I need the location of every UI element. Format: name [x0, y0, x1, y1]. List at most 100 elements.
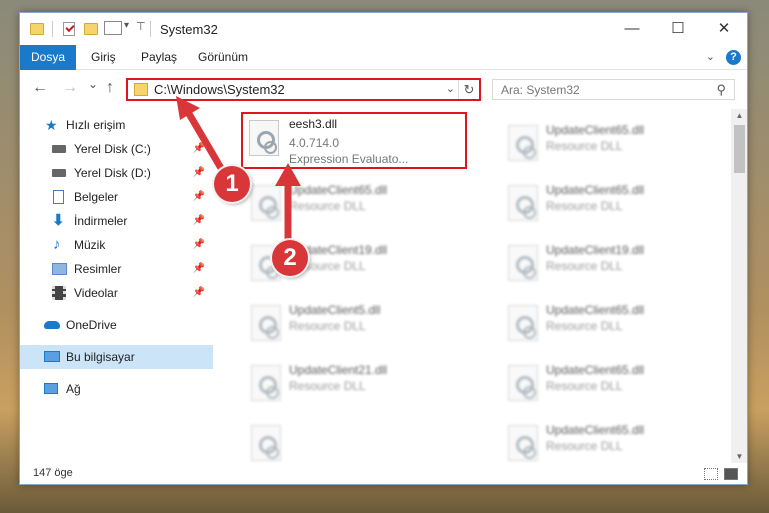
tab-share[interactable]: Paylaş: [141, 45, 177, 70]
dll-file-icon: [251, 425, 281, 461]
title-bar: ▾ ⊤ System32 — ☐ ✕: [20, 13, 747, 45]
file-name: UpdateClient21.dll: [289, 363, 388, 377]
step-badge-1: 1: [214, 166, 250, 202]
status-bar: 147 öge: [20, 463, 747, 484]
sidebar-item-music[interactable]: ♪ Müzik 📌: [20, 233, 213, 257]
drive-icon: [52, 145, 66, 153]
search-box[interactable]: Ara: System32 ⚲: [492, 79, 735, 100]
divider: [150, 21, 151, 37]
file-list: eesh3.dll 4.0.714.0 Expression Evaluato.…: [235, 109, 730, 463]
dll-file-icon: [251, 365, 281, 401]
quick-access-toolbar-icon[interactable]: [104, 21, 122, 35]
step-badge-2: 2: [272, 240, 308, 276]
sidebar-item-network[interactable]: Ağ: [20, 377, 213, 401]
forward-arrow-icon[interactable]: →: [62, 79, 78, 97]
tab-view[interactable]: Görünüm: [198, 45, 248, 70]
file-item-eesh3[interactable]: eesh3.dll 4.0.714.0 Expression Evaluato.…: [241, 112, 467, 169]
item-count: 147 öge: [33, 467, 73, 479]
properties-icon[interactable]: [63, 22, 75, 36]
folder-icon: [30, 23, 44, 35]
sidebar-item-label: Videolar: [74, 286, 118, 300]
navigation-bar: ← → ⌄ ↑ C:\Windows\System32 ⌄ ↻ Ara: Sys…: [20, 71, 747, 105]
file-item[interactable]: UpdateClient65.dll Resource DLL: [500, 417, 720, 463]
file-item[interactable]: UpdateClient65.dll Resource DLL: [243, 177, 463, 229]
drive-icon: [52, 169, 66, 177]
chevron-down-icon[interactable]: ⌄: [446, 82, 455, 95]
sidebar-item-downloads[interactable]: ⬇ İndirmeler 📌: [20, 209, 213, 233]
address-path[interactable]: C:\Windows\System32: [154, 82, 285, 97]
pin-icon[interactable]: 📌: [193, 185, 205, 209]
file-item[interactable]: [243, 417, 463, 463]
sidebar-item-quick-access[interactable]: ★ Hızlı erişim: [20, 113, 213, 137]
scroll-up-icon[interactable]: ▲: [731, 111, 747, 120]
large-icons-view-icon[interactable]: [724, 468, 738, 480]
details-view-icon[interactable]: [704, 468, 718, 480]
vertical-scrollbar[interactable]: ▲ ▼: [731, 109, 747, 463]
dll-file-icon: [251, 305, 281, 341]
sidebar-item-videos[interactable]: Videolar 📌: [20, 281, 213, 305]
close-button[interactable]: ✕: [701, 13, 747, 43]
file-description: Expression Evaluato...: [289, 152, 409, 166]
divider: [52, 21, 53, 37]
explorer-window: ▾ ⊤ System32 — ☐ ✕ Dosya Giriş Paylaş Gö…: [19, 12, 748, 485]
pin-icon[interactable]: 📌: [193, 137, 205, 161]
file-item[interactable]: UpdateClient65.dll Resource DLL: [500, 177, 720, 229]
file-item[interactable]: UpdateClient19.dll Resource DLL: [500, 237, 720, 289]
file-name: UpdateClient65.dll: [546, 363, 645, 377]
tab-file[interactable]: Dosya: [20, 45, 76, 70]
pin-icon[interactable]: 📌: [193, 281, 205, 305]
dll-file-icon: [508, 245, 538, 281]
minimize-button[interactable]: —: [609, 13, 655, 43]
help-icon[interactable]: ?: [726, 50, 741, 65]
sidebar-item-label: Yerel Disk (D:): [74, 166, 151, 180]
sidebar-item-documents[interactable]: Belgeler 📌: [20, 185, 213, 209]
star-icon: ★: [45, 117, 58, 133]
tab-home[interactable]: Giriş: [91, 45, 116, 70]
chevron-down-icon[interactable]: ⌄: [706, 50, 715, 63]
qa-dropdown-icon[interactable]: ▾: [124, 20, 129, 36]
file-name: UpdateClient65.dll: [289, 183, 388, 197]
search-input[interactable]: Ara: System32: [501, 83, 580, 97]
file-description: Resource DLL: [289, 379, 366, 393]
sidebar-item-label: İndirmeler: [74, 214, 128, 228]
file-item[interactable]: UpdateClient65.dll Resource DLL: [500, 117, 720, 169]
file-item[interactable]: UpdateClient5.dll Resource DLL: [243, 297, 463, 349]
sidebar-item-label: Müzik: [74, 238, 106, 252]
scroll-down-icon[interactable]: ▼: [731, 452, 747, 461]
pin-icon[interactable]: 📌: [193, 257, 205, 281]
navigation-pane: ★ Hızlı erişim Yerel Disk (C:) 📌 Yerel D…: [20, 113, 215, 463]
address-bar[interactable]: C:\Windows\System32 ⌄ ↻: [126, 78, 481, 101]
search-icon[interactable]: ⚲: [716, 82, 726, 98]
dll-file-icon: [251, 185, 281, 221]
sidebar-item-label: OneDrive: [66, 318, 117, 332]
pin-icon[interactable]: 📌: [193, 161, 205, 185]
dll-file-icon: [508, 305, 538, 341]
refresh-icon[interactable]: ↻: [458, 80, 479, 99]
sidebar-item-local-disk-c[interactable]: Yerel Disk (C:) 📌: [20, 137, 213, 161]
recent-locations-icon[interactable]: ⌄: [88, 77, 98, 91]
pin-icon[interactable]: 📌: [193, 209, 205, 233]
dll-file-icon: [508, 185, 538, 221]
sidebar-item-pictures[interactable]: Resimler 📌: [20, 257, 213, 281]
scrollbar-thumb[interactable]: [734, 125, 745, 173]
window-title: System32: [160, 22, 218, 37]
file-name: eesh3.dll: [289, 117, 338, 131]
up-arrow-icon[interactable]: ↑: [106, 79, 114, 97]
back-arrow-icon[interactable]: ←: [32, 79, 48, 97]
sidebar-item-label: Hızlı erişim: [66, 118, 126, 132]
dll-file-icon: [508, 125, 538, 161]
sidebar-item-onedrive[interactable]: OneDrive: [20, 313, 213, 337]
customize-toolbar-icon[interactable]: ⊤: [136, 20, 146, 36]
sidebar-item-local-disk-d[interactable]: Yerel Disk (D:) 📌: [20, 161, 213, 185]
dll-file-icon: [508, 365, 538, 401]
download-icon: ⬇: [52, 212, 65, 229]
maximize-button[interactable]: ☐: [655, 13, 701, 43]
new-folder-icon[interactable]: [84, 23, 98, 35]
pictures-icon: [52, 263, 67, 275]
file-item[interactable]: UpdateClient21.dll Resource DLL: [243, 357, 463, 409]
file-version: 4.0.714.0: [289, 136, 340, 150]
pin-icon[interactable]: 📌: [193, 233, 205, 257]
file-item[interactable]: UpdateClient65.dll Resource DLL: [500, 357, 720, 409]
file-item[interactable]: UpdateClient65.dll Resource DLL: [500, 297, 720, 349]
sidebar-item-this-pc[interactable]: Bu bilgisayar: [20, 345, 213, 369]
